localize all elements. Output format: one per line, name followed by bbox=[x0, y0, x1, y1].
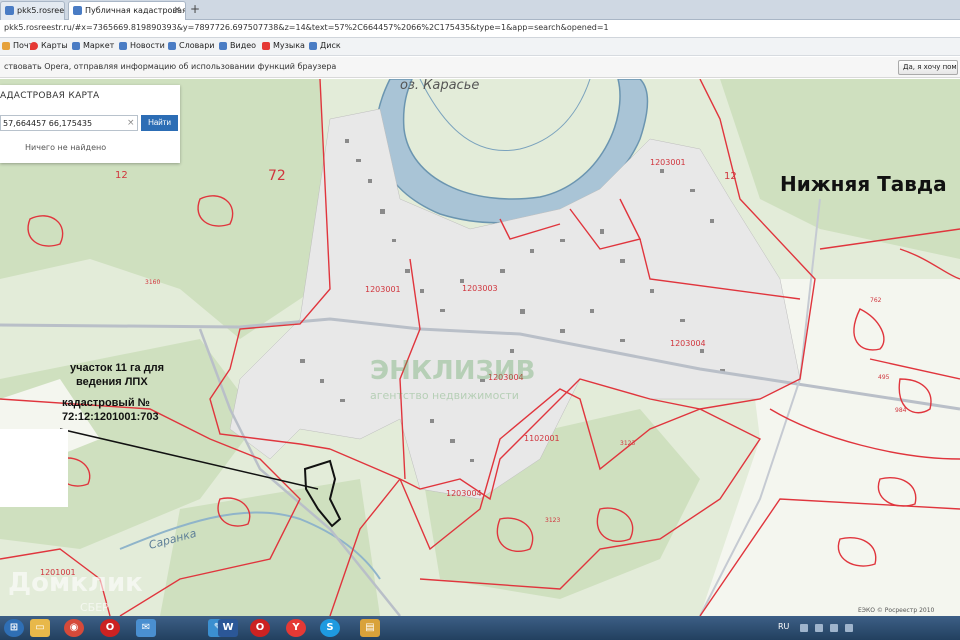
parcel-label: 3123 bbox=[545, 517, 560, 524]
notes-icon[interactable]: ▤ bbox=[360, 619, 380, 637]
coordinates-search-input[interactable] bbox=[0, 115, 138, 131]
annotation-line-1: участок 11 га для bbox=[70, 362, 164, 374]
parcel-label: 12 bbox=[724, 171, 737, 182]
windows-taskbar: ⊞ ▭ ◉ O ✉ ✎ W O Y S ▤ RU bbox=[0, 616, 960, 640]
dictionary-icon bbox=[168, 42, 176, 50]
folder-icon[interactable]: ▭ bbox=[30, 619, 50, 637]
tray-arrow-icon[interactable] bbox=[800, 624, 808, 632]
notification-accept-button[interactable]: Да, я хочу помочь bbox=[898, 60, 958, 75]
bookmark-label: Новости bbox=[130, 41, 165, 50]
parcel-label: 72 bbox=[268, 168, 286, 184]
tray-flag-icon[interactable] bbox=[845, 624, 853, 632]
parcel-label: 1203001 bbox=[650, 158, 686, 167]
rosreestr-favicon-icon bbox=[73, 6, 82, 15]
parcel-label: 3160 bbox=[145, 279, 160, 286]
panel-title: АДАСТРОВАЯ КАРТА bbox=[0, 91, 100, 101]
parcel-label: 495 bbox=[878, 374, 890, 381]
tray-network-icon[interactable] bbox=[815, 624, 823, 632]
music-icon bbox=[262, 42, 270, 50]
search-result-message: Ничего не найдено bbox=[25, 143, 107, 152]
tab-strip: pkk5.rosreestr.ru Публичная кадастровая.… bbox=[0, 0, 960, 20]
address-bar[interactable]: pkk5.rosreestr.ru/#x=7365669.819890393&y… bbox=[0, 20, 960, 38]
map-copyright: ЕЭКО © Росреестр 2010 bbox=[858, 607, 935, 614]
bookmark-label: Словари bbox=[179, 41, 215, 50]
center-watermark: ЭНКЛИЗИВ bbox=[370, 356, 536, 386]
annotation-background bbox=[0, 429, 68, 507]
bookmark-maps[interactable]: Карты bbox=[30, 41, 68, 50]
tab-close-icon[interactable]: × bbox=[173, 2, 181, 19]
language-indicator[interactable]: RU bbox=[778, 622, 789, 631]
bookmark-music[interactable]: Музыка bbox=[262, 41, 305, 50]
parcel-label: 762 bbox=[870, 297, 882, 304]
map-pin-icon bbox=[30, 42, 38, 50]
corner-watermark-subtitle: СБЕР bbox=[80, 601, 109, 614]
bookmark-news[interactable]: Новости bbox=[119, 41, 165, 50]
video-icon bbox=[219, 42, 227, 50]
news-icon bbox=[119, 42, 127, 50]
parcel-label: 1203004 bbox=[670, 339, 706, 348]
search-button[interactable]: Найти bbox=[141, 115, 178, 131]
bookmark-label: Диск bbox=[320, 41, 341, 50]
annotation-line-4: 72:12:1201001:703 bbox=[62, 411, 159, 423]
bookmark-video[interactable]: Видео bbox=[219, 41, 256, 50]
opera-icon[interactable]: O bbox=[100, 619, 120, 637]
bookmark-label: Музыка bbox=[273, 41, 305, 50]
opera-icon[interactable]: O bbox=[250, 619, 270, 637]
bookmark-label: Карты bbox=[41, 41, 68, 50]
parcel-label: 1102001 bbox=[524, 434, 560, 443]
chrome-icon[interactable]: ◉ bbox=[64, 619, 84, 637]
opera-notification-bar: ствовать Opera, отправляя информацию об … bbox=[0, 57, 960, 78]
url-text[interactable]: pkk5.rosreestr.ru/#x=7365669.819890393&y… bbox=[4, 23, 609, 32]
center-watermark-subtitle: агентство недвижимости bbox=[370, 389, 519, 402]
bookmark-label: Маркет bbox=[83, 41, 115, 50]
tab-rosreestr[interactable]: pkk5.rosreestr.ru bbox=[0, 1, 65, 20]
parcel-label: 3123 bbox=[620, 440, 635, 447]
notification-text: ствовать Opera, отправляя информацию об … bbox=[4, 62, 337, 71]
mail-icon bbox=[2, 42, 10, 50]
new-tab-button[interactable]: + bbox=[190, 2, 200, 16]
tab-cadastral-map[interactable]: Публичная кадастровая... × bbox=[68, 1, 186, 20]
bookmark-market[interactable]: Маркет bbox=[72, 41, 114, 50]
bookmarks-bar: Почта Карты Маркет Новости Словари Видео… bbox=[0, 38, 960, 56]
skype-icon[interactable]: S bbox=[320, 619, 340, 637]
word-icon[interactable]: W bbox=[218, 619, 238, 637]
parcel-label: 12 bbox=[115, 170, 128, 181]
lake-label: оз. Карасье bbox=[400, 79, 479, 93]
start-icon[interactable]: ⊞ bbox=[4, 619, 24, 637]
annotation-line-3: кадастровый № bbox=[62, 397, 150, 409]
market-icon bbox=[72, 42, 80, 50]
bookmark-label: Видео bbox=[230, 41, 257, 50]
cadastral-search-panel: АДАСТРОВАЯ КАРТА × Найти Ничего не найде… bbox=[0, 85, 180, 163]
annotation-line-2: ведения ЛПХ bbox=[76, 376, 148, 388]
parcel-label: 1203003 bbox=[462, 284, 498, 293]
tray-volume-icon[interactable] bbox=[830, 624, 838, 632]
rosreestr-favicon-icon bbox=[5, 6, 14, 15]
parcel-label: 984 bbox=[895, 407, 907, 414]
mail-icon[interactable]: ✉ bbox=[136, 619, 156, 637]
clear-search-icon[interactable]: × bbox=[127, 115, 135, 131]
disk-icon bbox=[309, 42, 317, 50]
parcel-label: 1203004 bbox=[446, 489, 482, 498]
city-label: Нижняя Тавда bbox=[780, 172, 947, 196]
parcel-label: 1203001 bbox=[365, 285, 401, 294]
tab-label: pkk5.rosreestr.ru bbox=[17, 6, 65, 15]
corner-watermark: Домклик bbox=[8, 568, 143, 598]
yandex-icon[interactable]: Y bbox=[286, 619, 306, 637]
bookmark-dictionaries[interactable]: Словари bbox=[168, 41, 215, 50]
bookmark-disk[interactable]: Диск bbox=[309, 41, 341, 50]
tab-label: Публичная кадастровая... bbox=[85, 6, 186, 15]
screen: pkk5.rosreestr.ru Публичная кадастровая.… bbox=[0, 0, 960, 640]
